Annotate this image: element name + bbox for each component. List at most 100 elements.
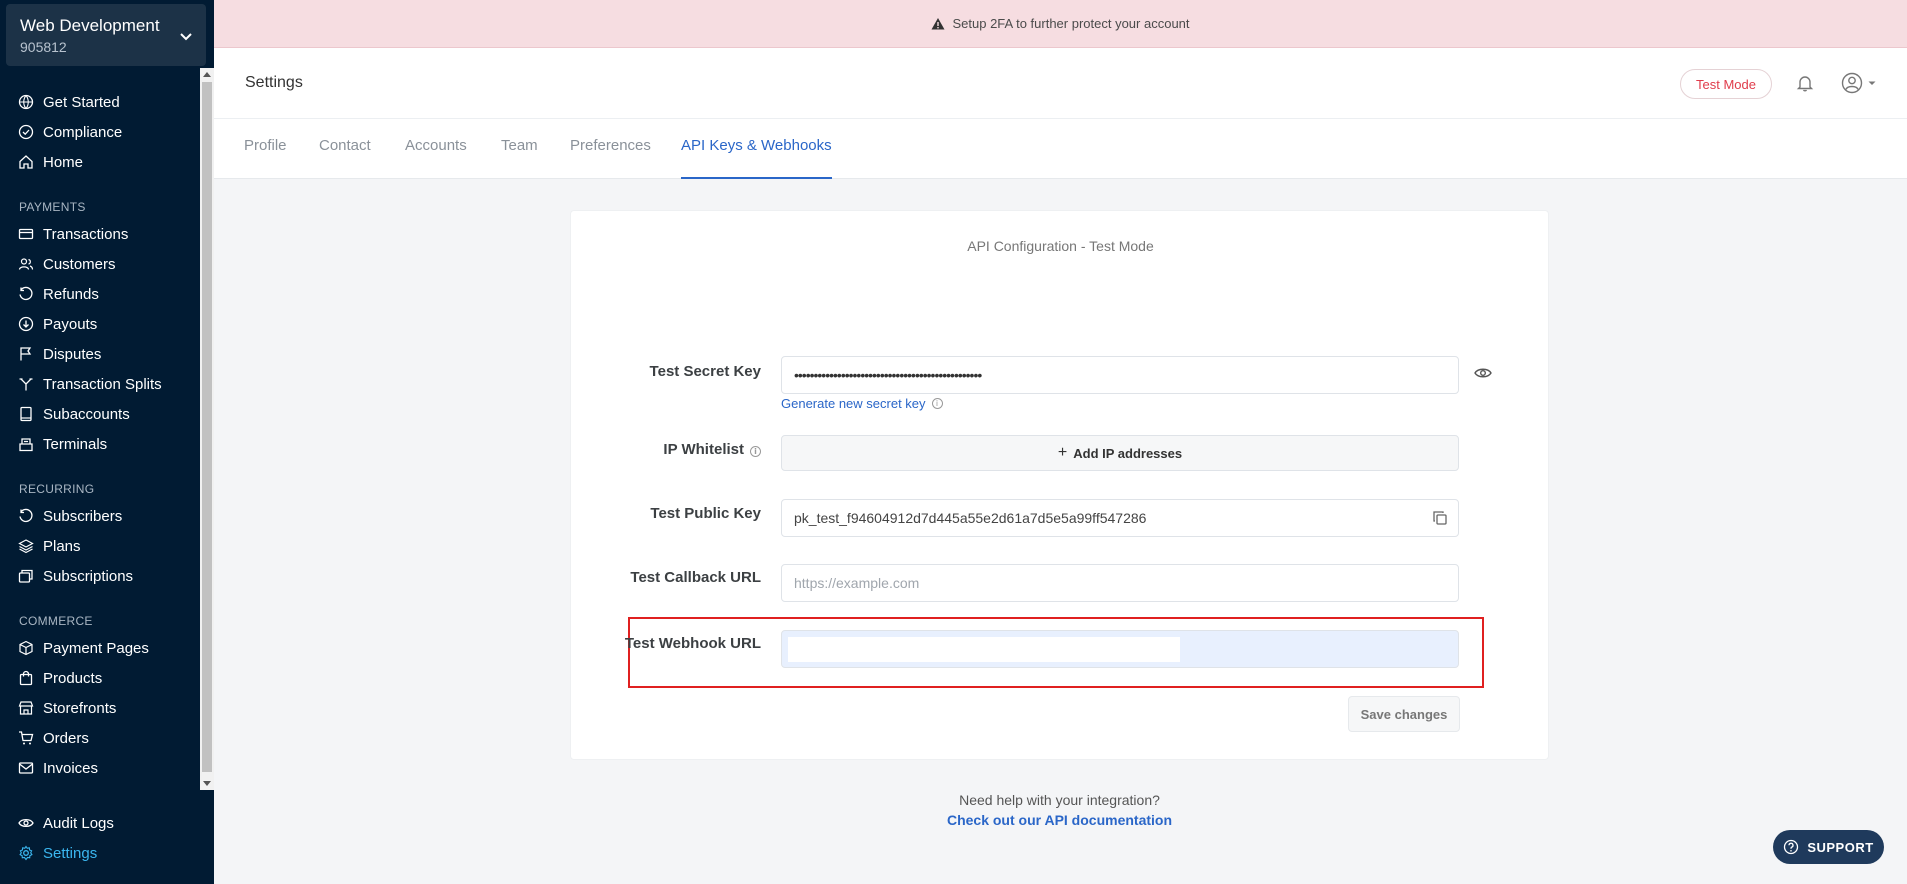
tab-team[interactable]: Team [501,137,538,179]
eye-icon[interactable] [1474,364,1492,382]
sidebar-item-subscribers[interactable]: Subscribers [18,504,122,528]
secret-key-label: Test Secret Key [649,363,761,380]
help-section: Need help with your integration? Check o… [570,792,1549,828]
tab-contact[interactable]: Contact [319,137,371,179]
bell-icon[interactable] [1795,73,1815,93]
tab-api-keys-webhooks[interactable]: API Keys & Webhooks [681,137,832,179]
sidebar-item-label: Subaccounts [43,405,130,423]
sidebar-item-products[interactable]: Products [18,666,102,690]
sidebar-item-label: Home [43,153,84,171]
users-icon [18,258,34,270]
warning-icon [931,17,945,29]
business-switcher[interactable]: Web Development 905812 [6,4,206,66]
caret-down-icon [1868,81,1876,85]
support-button[interactable]: SUPPORT [1773,830,1884,864]
secret-key-value: ••••••••••••••••••••••••••••••••••••••••… [794,367,982,383]
generate-secret-key-link[interactable]: Generate new secret key i [781,396,943,411]
sidebar-item-label: Subscriptions [43,567,134,585]
webhook-url-input[interactable] [788,637,1180,662]
sidebar-item-compliance[interactable]: Compliance [18,120,122,144]
secret-key-field[interactable]: ••••••••••••••••••••••••••••••••••••••••… [781,356,1459,394]
sidebar-item-label: Refunds [43,285,99,303]
scroll-thumb[interactable] [202,82,212,772]
callback-url-input[interactable] [794,575,1446,591]
sidebar-item-label: Audit Logs [43,814,114,832]
sidebar: Web Development 905812 Get Started Compl… [0,0,214,884]
check-circle-icon [18,124,34,140]
settings-tabs: Profile Contact Accounts Team Preference… [214,119,1907,179]
public-key-label: Test Public Key [650,505,761,522]
info-icon: i [931,398,943,409]
sidebar-nav: Get Started Compliance Home PAYMENTS Tra… [0,68,214,790]
sidebar-item-label: Compliance [43,123,123,141]
info-icon: i [750,446,761,457]
store-icon [18,701,34,715]
sidebar-item-label: Products [43,669,103,687]
chevron-down-icon [180,33,192,41]
sidebar-item-transaction-splits[interactable]: Transaction Splits [18,372,162,396]
sidebar-scrollbar[interactable] [200,68,214,790]
sidebar-item-audit-logs[interactable]: Audit Logs [18,811,114,835]
add-ip-addresses-button[interactable]: + Add IP addresses [781,435,1459,471]
tab-profile[interactable]: Profile [244,137,287,179]
sidebar-item-subscriptions[interactable]: Subscriptions [18,564,133,588]
sidebar-item-orders[interactable]: Orders [18,726,89,750]
sidebar-item-payouts[interactable]: Payouts [18,312,97,336]
api-configuration-card: API Configuration - Test Mode Test Secre… [570,210,1549,760]
sidebar-item-label: Transaction Splits [43,375,162,393]
generate-secret-key-text: Generate new secret key [781,396,926,411]
user-menu[interactable] [1841,71,1881,95]
sidebar-item-label: Orders [43,729,89,747]
sidebar-item-label: Terminals [43,435,108,453]
plus-icon: + [1057,444,1068,461]
sidebar-item-label: Plans [43,537,81,555]
tab-accounts[interactable]: Accounts [405,137,467,179]
scroll-down-arrow-icon[interactable] [203,781,211,786]
payout-icon [18,316,34,332]
sidebar-item-plans[interactable]: Plans [18,534,81,558]
sidebar-item-label: Invoices [43,759,99,777]
globe-icon [18,94,34,110]
sidebar-item-home[interactable]: Home [18,150,83,174]
sidebar-item-label: Payouts [43,315,98,333]
sidebar-item-label: Storefronts [43,699,117,717]
sidebar-item-label: Payment Pages [43,639,149,657]
api-documentation-link[interactable]: Check out our API documentation [570,812,1549,828]
sidebar-item-terminals[interactable]: Terminals [18,432,107,456]
sidebar-item-disputes[interactable]: Disputes [18,342,101,366]
callback-url-field[interactable] [781,564,1459,602]
scroll-up-arrow-icon[interactable] [203,72,211,77]
refresh-icon [19,508,33,523]
test-mode-button[interactable]: Test Mode [1680,69,1772,99]
public-key-field[interactable]: pk_test_f94604912d7d445a55e2d61a7d5e5a99… [781,499,1459,537]
sidebar-item-payment-pages[interactable]: Payment Pages [18,636,149,660]
box-icon [19,640,33,656]
page-title: Settings [245,74,303,91]
book-icon [20,406,32,422]
sidebar-item-label: Subscribers [43,507,123,525]
bag-icon [19,670,33,686]
sidebar-item-get-started[interactable]: Get Started [18,90,120,114]
sidebar-item-customers[interactable]: Customers [18,252,116,276]
webhook-url-field[interactable] [781,630,1459,668]
sidebar-item-label: Get Started [43,93,120,111]
sidebar-item-invoices[interactable]: Invoices [18,756,98,780]
public-key-value: pk_test_f94604912d7d445a55e2d61a7d5e5a99… [794,510,1147,526]
save-changes-button[interactable]: Save changes [1348,696,1460,732]
sidebar-item-subaccounts[interactable]: Subaccounts [18,402,130,426]
callback-url-label: Test Callback URL [630,569,761,586]
help-circle-icon [1784,839,1799,855]
tab-preferences[interactable]: Preferences [570,137,651,179]
payments-section-title: PAYMENTS [19,200,86,214]
sidebar-item-settings[interactable]: Settings [18,841,97,865]
gear-icon [19,845,33,861]
sidebar-item-refunds[interactable]: Refunds [18,282,99,306]
business-id: 905812 [20,39,67,55]
sidebar-item-storefronts[interactable]: Storefronts [18,696,116,720]
copy-icon[interactable] [1432,510,1448,526]
sidebar-item-transactions[interactable]: Transactions [18,222,128,246]
flag-icon [20,347,32,361]
ip-whitelist-label-text: IP Whitelist [663,441,744,458]
card-icon [18,228,34,240]
banner-text: Setup 2FA to further protect your accoun… [952,16,1190,31]
